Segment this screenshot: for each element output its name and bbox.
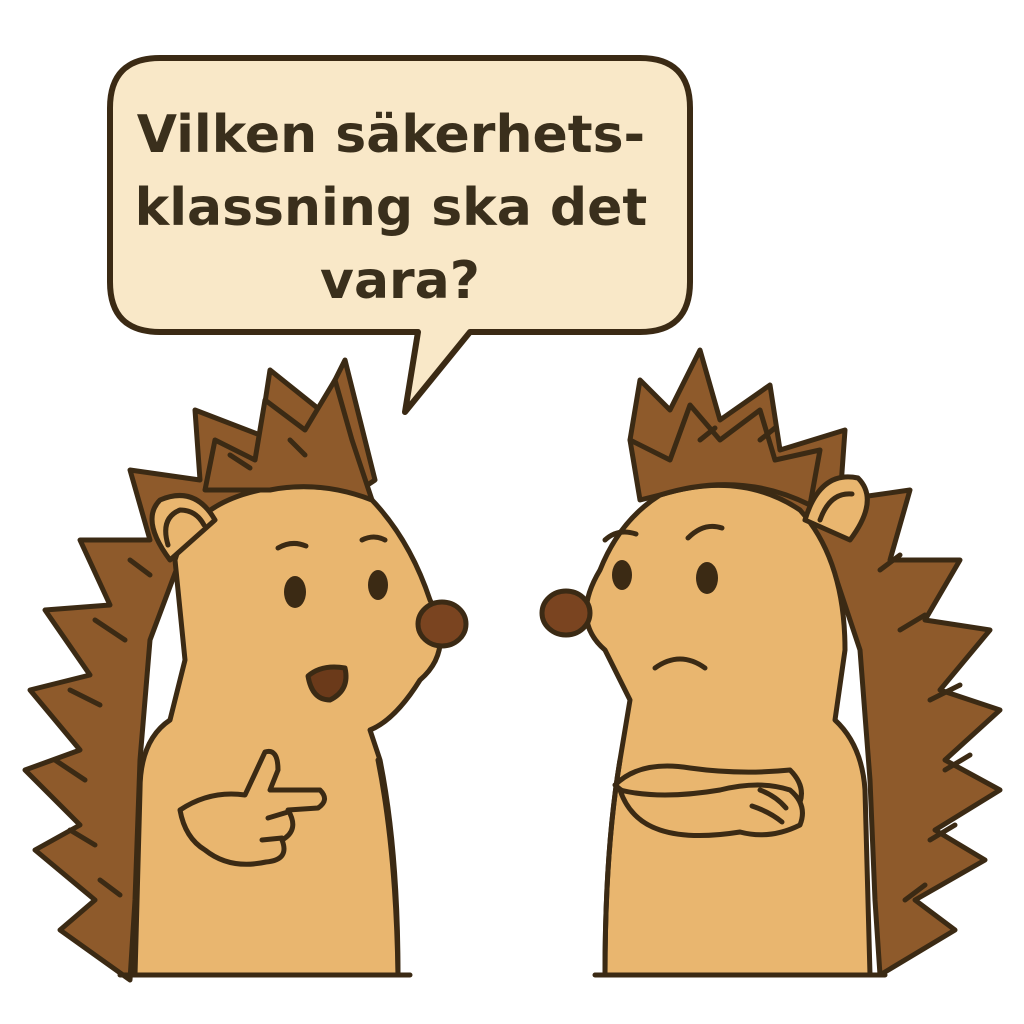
speech-line-1: Vilken säkerhets-	[137, 105, 645, 165]
comic-scene: Vilken säkerhets- klassning ska det vara…	[0, 0, 1024, 1024]
right-hedgehog-eye-right	[696, 562, 718, 594]
left-hedgehog-eye-right	[368, 570, 388, 600]
left-hedgehog-nose	[415, 599, 469, 649]
right-hedgehog-body	[583, 482, 873, 978]
speech-line-3: vara?	[320, 251, 480, 311]
left-hedgehog-eye-left	[284, 576, 306, 608]
right-hedgehog-eye-left	[612, 560, 632, 590]
left-hedgehog-mouth	[305, 664, 349, 703]
speech-line-2: klassning ska det	[135, 178, 648, 238]
right-hedgehog-nose	[539, 588, 593, 638]
